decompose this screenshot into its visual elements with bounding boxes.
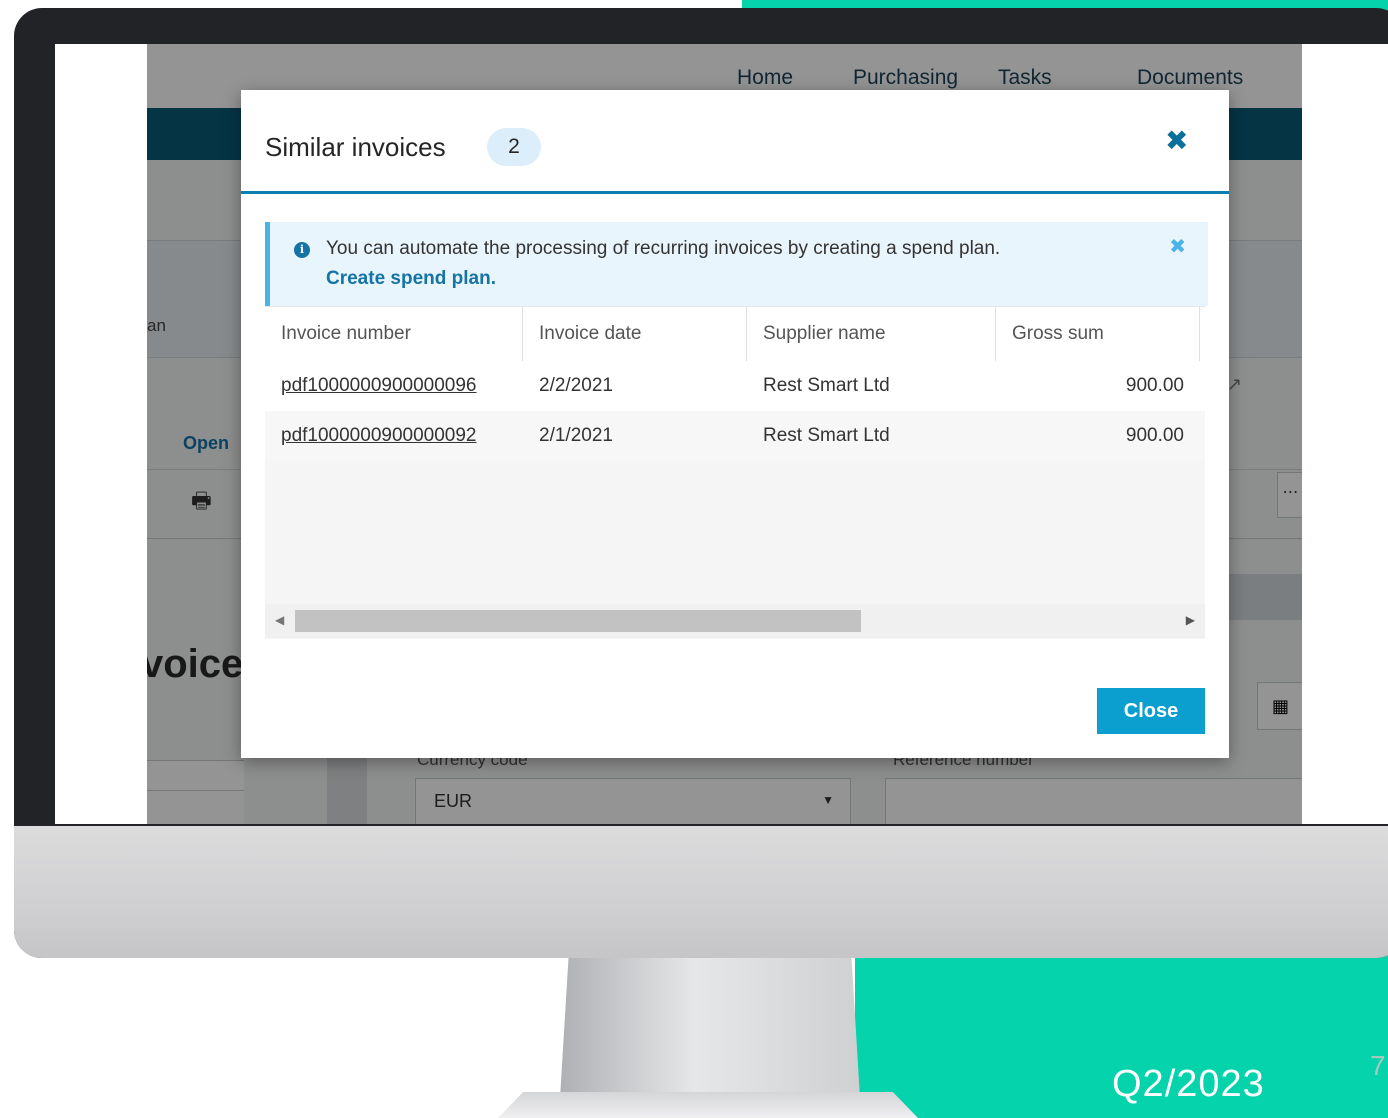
invoice-number-link[interactable]: pdf1000000900000092 bbox=[265, 411, 523, 461]
monitor-screen: Home Purchasing Tasks Documents an ↗ Ope… bbox=[55, 44, 1388, 824]
table-row[interactable]: pdf1000000900000096 2/2/2021 Rest Smart … bbox=[265, 361, 1205, 411]
close-icon[interactable]: ✖ bbox=[1165, 124, 1188, 157]
alert-text: You can automate the processing of recur… bbox=[326, 238, 1001, 259]
gross-sum: 900.00 bbox=[1125, 375, 1184, 396]
table-header: Invoice number Invoice date Supplier nam… bbox=[265, 307, 1205, 362]
column-gross-sum[interactable]: Gross sum bbox=[996, 307, 1200, 361]
similar-invoices-dialog: Similar invoices 2 ✖ i You can automate … bbox=[241, 90, 1229, 758]
create-spend-plan-link[interactable]: Create spend plan. bbox=[326, 268, 496, 290]
horizontal-scrollbar[interactable]: ◀ ▶ bbox=[265, 604, 1205, 638]
scroll-left-icon[interactable]: ◀ bbox=[275, 613, 284, 627]
monitor-base bbox=[498, 1092, 918, 1118]
column-supplier-name[interactable]: Supplier name bbox=[747, 307, 996, 361]
invoice-number-link[interactable]: pdf1000000900000096 bbox=[265, 361, 523, 411]
invoice-date: 2/1/2021 bbox=[539, 425, 613, 446]
close-button[interactable]: Close bbox=[1097, 688, 1205, 734]
dialog-title: Similar invoices bbox=[265, 132, 446, 162]
count-badge: 2 bbox=[487, 128, 541, 166]
app-window: Home Purchasing Tasks Documents an ↗ Ope… bbox=[147, 44, 1302, 824]
dialog-header: Similar invoices 2 ✖ bbox=[241, 90, 1229, 194]
scroll-right-icon[interactable]: ▶ bbox=[1186, 613, 1195, 627]
gross-sum: 900.00 bbox=[1125, 425, 1184, 446]
column-invoice-number[interactable]: Invoice number bbox=[265, 307, 523, 361]
invoice-date: 2/2/2021 bbox=[539, 375, 613, 396]
invoices-table: Invoice number Invoice date Supplier nam… bbox=[265, 306, 1205, 639]
monitor-chin bbox=[14, 826, 1388, 958]
scrollbar-thumb[interactable] bbox=[295, 610, 861, 632]
column-invoice-date[interactable]: Invoice date bbox=[523, 307, 747, 361]
quarter-label: Q2/2023 bbox=[1112, 1063, 1265, 1105]
page-number: 7 bbox=[1370, 1050, 1386, 1081]
monitor-frame: Home Purchasing Tasks Documents an ↗ Ope… bbox=[14, 8, 1388, 958]
info-alert: i You can automate the processing of rec… bbox=[265, 222, 1208, 306]
info-icon: i bbox=[294, 242, 310, 258]
alert-close-icon[interactable]: ✖ bbox=[1169, 234, 1186, 259]
table-row[interactable]: pdf1000000900000092 2/1/2021 Rest Smart … bbox=[265, 411, 1205, 461]
supplier-name: Rest Smart Ltd bbox=[763, 375, 890, 396]
supplier-name: Rest Smart Ltd bbox=[763, 425, 890, 446]
